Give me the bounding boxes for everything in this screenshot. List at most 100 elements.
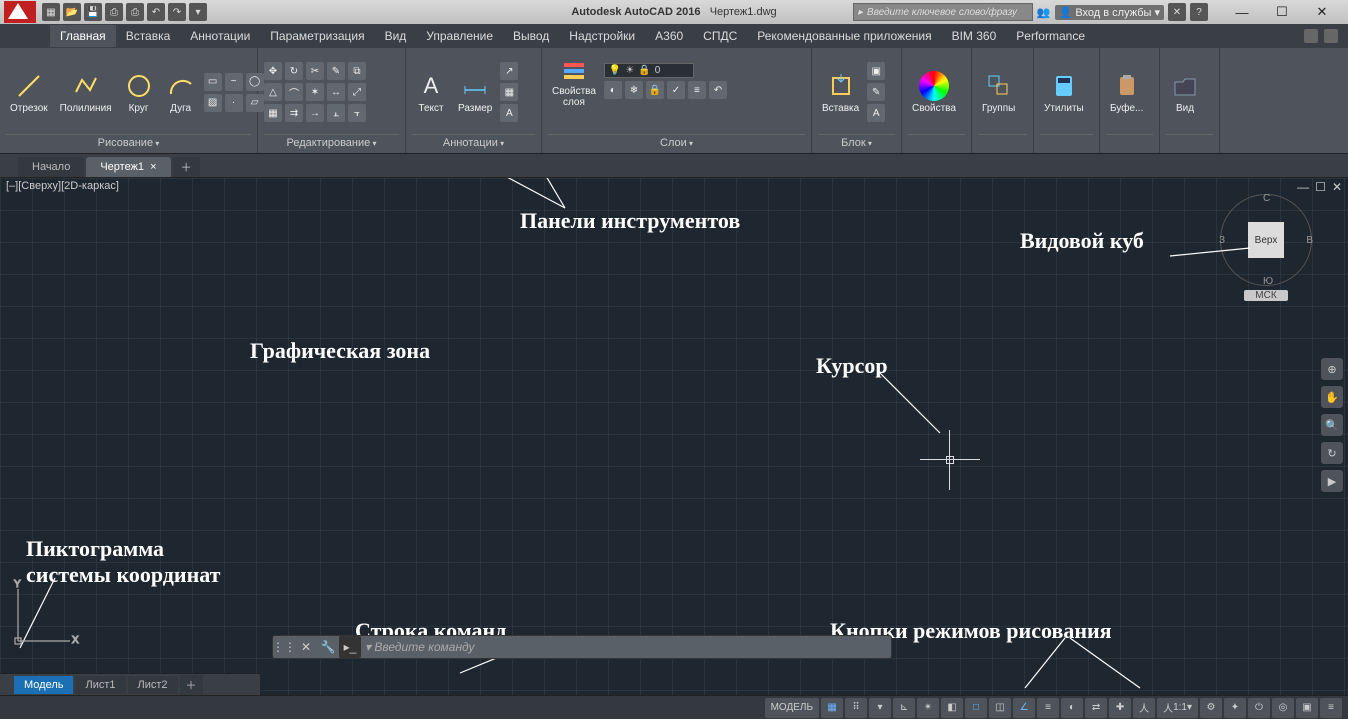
move-icon[interactable]: ✥ [264,62,282,80]
status-annomon-icon[interactable]: ✚ [1109,698,1131,718]
circle-button[interactable]: Круг [120,69,158,116]
leader-icon[interactable]: ↗ [500,62,518,80]
status-model-button[interactable]: МОДЕЛЬ [765,698,819,718]
signin-button[interactable]: 👤 Вход в службы ▾ [1055,5,1164,20]
status-ortho-icon[interactable]: ⊾ [893,698,915,718]
rectangle-icon[interactable]: ▭ [204,73,222,91]
layer-freeze-icon[interactable]: ❄ [625,81,643,99]
panel-draw-title[interactable]: Рисование [6,134,251,149]
qat-plot-icon[interactable]: ⎙ [126,3,144,21]
status-hwaccel-icon[interactable]: ⏻ [1248,698,1270,718]
status-otrack-icon[interactable]: ∠ [1013,698,1035,718]
cmdline-wrench-icon[interactable]: 🔧 [317,636,339,658]
ribbon-tab-insert[interactable]: Вставка [116,25,181,47]
status-transp-icon[interactable]: ◐ [1061,698,1083,718]
qat-save-icon[interactable]: 💾 [84,3,102,21]
polyline-button[interactable]: Полилиния [56,69,116,116]
layer-off-icon[interactable]: ◐ [604,81,622,99]
status-snap-icon[interactable]: ⠿ [845,698,867,718]
edit-block-icon[interactable]: ✎ [867,83,885,101]
rotate-icon[interactable]: ↻ [285,62,303,80]
panel-annot-title[interactable]: Аннотации [412,134,535,149]
insert-block-button[interactable]: Вставка [818,69,863,116]
nav-orbit-icon[interactable]: ↻ [1321,442,1343,464]
point-icon[interactable]: · [225,94,243,112]
close-button[interactable]: ✕ [1302,1,1342,23]
mtext-icon[interactable]: A [500,104,518,122]
explode-icon[interactable]: ✶ [306,83,324,101]
trim-icon[interactable]: ✂ [306,62,324,80]
status-cycling-icon[interactable]: ⇄ [1085,698,1107,718]
ribbon-tab-featured[interactable]: Рекомендованные приложения [747,25,941,47]
exchange-icon[interactable]: ✕ [1168,3,1186,21]
layout-tab-model[interactable]: Модель [14,676,73,694]
ribbon-tab-output[interactable]: Вывод [503,25,559,47]
properties-button[interactable]: Свойства [908,69,960,116]
clipboard-button[interactable]: Буфе... [1106,69,1147,116]
layer-selector[interactable]: 💡 ☀ 🔒 0 [604,63,694,78]
ribbon-cycle-icon[interactable] [1304,29,1318,43]
layout-tab-add[interactable]: ＋ [180,675,203,695]
array-icon[interactable]: ▦ [264,104,282,122]
ribbon-tab-parametric[interactable]: Параметризация [260,25,374,47]
qat-undo-icon[interactable]: ↶ [147,3,165,21]
fillet-icon[interactable]: ⌒ [285,83,303,101]
arc-button[interactable]: Дуга [162,69,200,116]
cmdline-handle-icon[interactable]: ⋮⋮ [273,636,295,658]
spline-icon[interactable]: ~ [225,73,243,91]
mirror-icon[interactable]: △ [264,83,282,101]
nav-wheel-icon[interactable]: ⊕ [1321,358,1343,380]
ribbon-tab-spds[interactable]: СПДС [693,25,747,47]
panel-modify-title[interactable]: Редактирование [264,134,399,149]
drawing-canvas[interactable]: [–][Сверху][2D-каркас] — ☐ ✕ С Ю В З Вер… [0,178,1348,695]
help-icon[interactable]: ? [1190,3,1208,21]
qat-redo-icon[interactable]: ↷ [168,3,186,21]
command-input[interactable]: ▾ Введите команду [361,640,891,654]
app-logo[interactable] [4,1,36,23]
viewport-label[interactable]: [–][Сверху][2D-каркас] [6,180,119,192]
view-button[interactable]: Вид [1166,69,1204,116]
qat-saveas-icon[interactable]: ⎙ [105,3,123,21]
extend-icon[interactable]: → [306,104,324,122]
nav-zoom-icon[interactable]: 🔍 [1321,414,1343,436]
infocenter-search[interactable]: ▸ Введите ключевое слово/фразу [853,3,1033,21]
ribbon-tab-bim360[interactable]: BIM 360 [942,25,1007,47]
offset-icon[interactable]: ⇉ [285,104,303,122]
vp-close-icon[interactable]: ✕ [1332,180,1342,194]
groups-button[interactable]: Группы [978,69,1019,116]
ribbon-tab-manage[interactable]: Управление [416,25,503,47]
utilities-button[interactable]: Утилиты [1040,69,1088,116]
status-annoscale-icon[interactable]: 人 [1133,698,1155,718]
nav-showmotion-icon[interactable]: ▶ [1321,470,1343,492]
status-lwt-icon[interactable]: ≡ [1037,698,1059,718]
status-infer-icon[interactable]: ▾ [869,698,891,718]
status-3dosnap-icon[interactable]: ◫ [989,698,1011,718]
minimize-button[interactable]: — [1222,1,1262,23]
break-icon[interactable]: ⫠ [327,104,345,122]
file-tab-active[interactable]: Чертеж1 × [86,157,170,177]
status-scale-button[interactable]: 人 1:1 ▾ [1157,698,1198,718]
status-grid-icon[interactable]: ▦ [821,698,843,718]
viewcube-top-face[interactable]: Верх [1248,222,1284,258]
panel-block-title[interactable]: Блок [818,134,895,149]
status-cleanscreen-icon[interactable]: ▣ [1296,698,1318,718]
status-iso-icon[interactable]: ◧ [941,698,963,718]
qat-more-icon[interactable]: ▾ [189,3,207,21]
status-polar-icon[interactable]: ✴ [917,698,939,718]
dimension-button[interactable]: Размер [454,69,496,116]
ucs-icon[interactable]: Y X [10,579,80,649]
create-block-icon[interactable]: ▣ [867,62,885,80]
panel-layers-title[interactable]: Слои [548,134,805,149]
layout-tab-sheet1[interactable]: Лист1 [75,676,125,694]
ribbon-tab-performance[interactable]: Performance [1006,25,1095,47]
command-line[interactable]: ⋮⋮ ✕ 🔧 ▸_ ▾ Введите команду [272,635,892,659]
ucs-dropdown[interactable]: МСК [1244,290,1288,301]
ribbon-minimize-icon[interactable] [1324,29,1338,43]
maximize-button[interactable]: ☐ [1262,1,1302,23]
erase-icon[interactable]: ✎ [327,62,345,80]
nav-pan-icon[interactable]: ✋ [1321,386,1343,408]
layer-props-button[interactable]: Свойства слоя [548,52,600,110]
attrib-icon[interactable]: A [867,104,885,122]
ribbon-tab-a360[interactable]: A360 [645,25,693,47]
hatch-icon[interactable]: ▨ [204,94,222,112]
